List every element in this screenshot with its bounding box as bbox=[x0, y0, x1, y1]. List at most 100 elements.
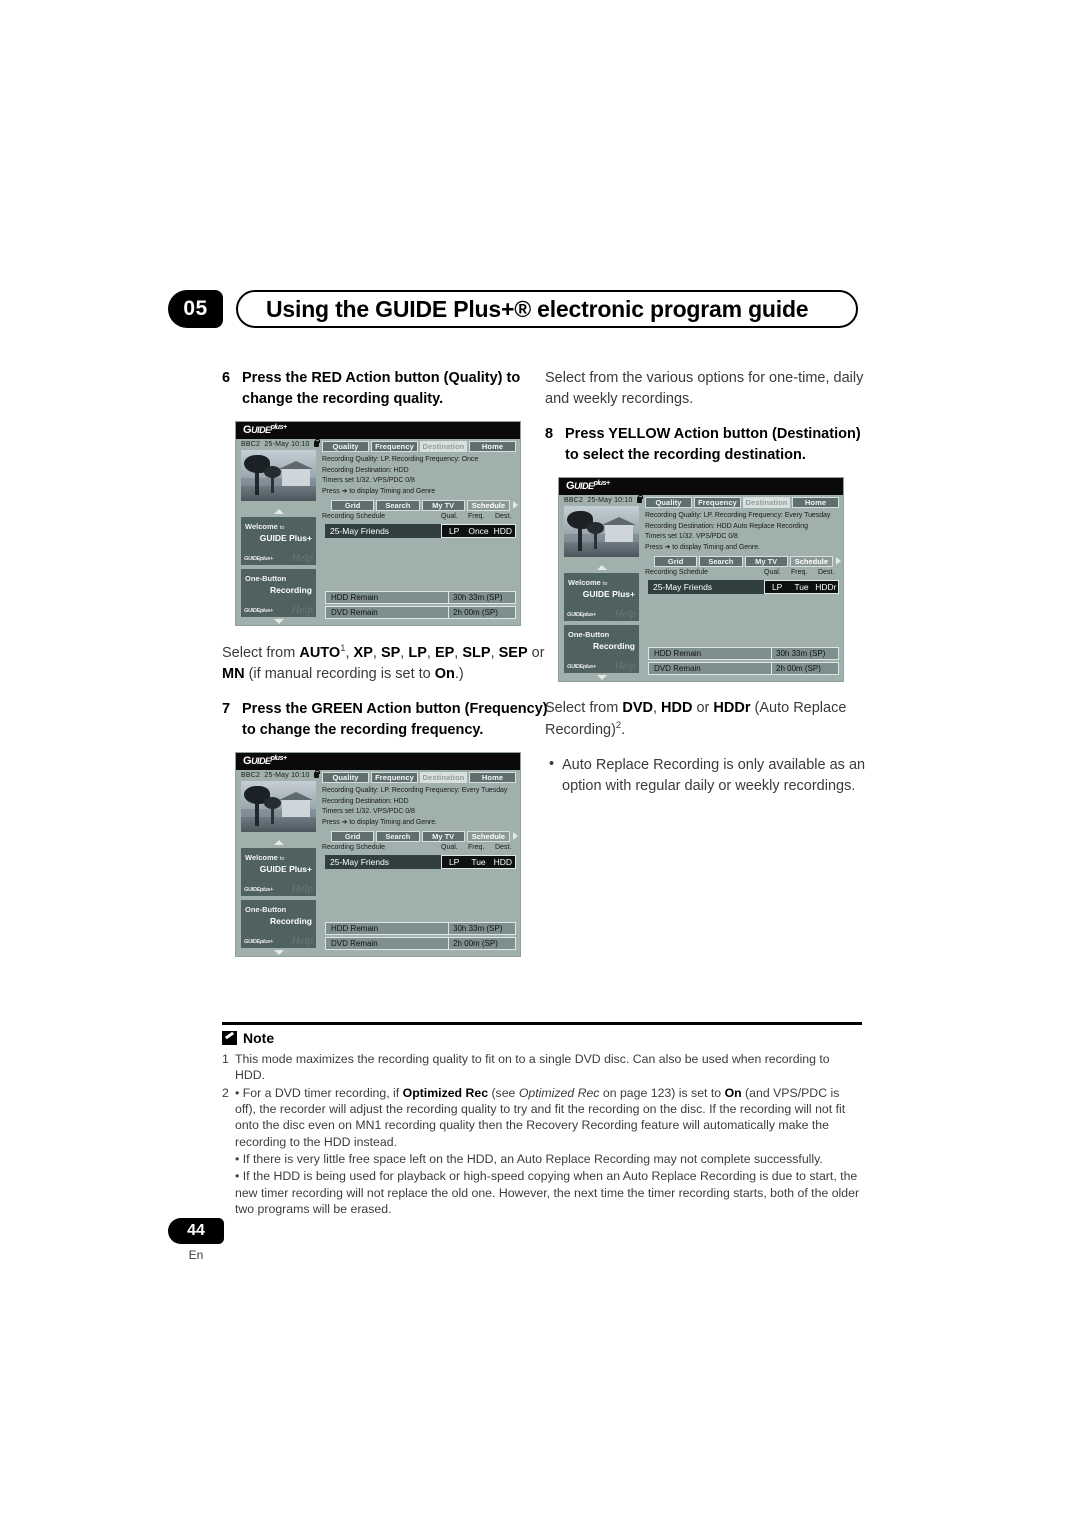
dvd-remain-value: 2h 00m (SP) bbox=[449, 606, 516, 620]
schedule-row-title: 25-May Friends bbox=[648, 580, 764, 595]
note-item-1-number: 1 bbox=[222, 1052, 229, 1066]
schedule-header-label: Recording Schedule bbox=[645, 569, 709, 577]
channel-name: BBC2 bbox=[564, 497, 584, 505]
step-7-number: 7 bbox=[222, 701, 231, 718]
tab-quality[interactable]: Quality bbox=[322, 772, 369, 784]
tab-frequency[interactable]: Frequency bbox=[371, 772, 418, 784]
subtab-next-arrow-icon[interactable] bbox=[513, 501, 518, 510]
subtab-schedule[interactable]: Schedule bbox=[789, 556, 833, 568]
panel-welcome-to: to bbox=[279, 856, 285, 863]
note-2-optimized-rec-italic: Optimized Rec bbox=[518, 1085, 600, 1100]
option-xp: XP bbox=[353, 644, 373, 661]
page-header: 05 Using the GUIDE Plus+® electronic pro… bbox=[168, 288, 858, 330]
action-tab-row: Quality Frequency Destination Home bbox=[322, 441, 516, 453]
action-tab-row: Quality Frequency Destination Home bbox=[645, 497, 839, 509]
scroll-down-arrow-icon[interactable] bbox=[597, 675, 607, 681]
schedule-col-freq: Freq. bbox=[791, 569, 808, 577]
subtab-my-tv[interactable]: My TV bbox=[421, 831, 465, 843]
sep-2: , bbox=[372, 644, 381, 661]
schedule-row[interactable]: 25-May Friends LP Tue HDDr bbox=[648, 580, 839, 595]
panel-welcome-word: Welcome bbox=[245, 522, 278, 532]
channel-info: BBC2 25-May 10:10 bbox=[241, 439, 320, 448]
video-ground bbox=[241, 816, 316, 833]
guide-plus-logo-icon: GUIDEplus+ bbox=[243, 424, 287, 437]
schedule-header-row: Recording Schedule Qual. Freq. Dest. bbox=[322, 513, 516, 523]
scroll-down-arrow-icon[interactable] bbox=[274, 950, 284, 956]
option-hdd: HDD bbox=[661, 700, 693, 717]
info-line-destination: Recording Destination: HDD Auto Replace … bbox=[645, 522, 808, 530]
screenshot-quality: GUIDEplus+ BBC2 25-May 10:10 Welcome to … bbox=[235, 421, 521, 627]
page-number: 44 bbox=[168, 1218, 224, 1244]
info-line-press-hint: Press ➜ to display Timing and Genre. bbox=[645, 543, 760, 551]
remaining-space-block: HDD Remain 30h 33m (SP) DVD Remain 2h 00… bbox=[325, 920, 516, 951]
panel-one-button-recording[interactable]: One-Button Recording Help GUIDEplus+ bbox=[241, 900, 316, 949]
tab-home[interactable]: Home bbox=[469, 441, 516, 453]
tab-quality[interactable]: Quality bbox=[645, 497, 692, 509]
step-8-text: Press YELLOW Action button (Destination)… bbox=[565, 426, 861, 463]
subtab-schedule[interactable]: Schedule bbox=[466, 500, 510, 512]
panel-onebutton-line1: One-Button bbox=[245, 905, 287, 915]
subtab-grid[interactable]: Grid bbox=[331, 500, 375, 512]
panel-one-button-recording[interactable]: One-Button Recording Help GUIDEplus+ bbox=[564, 625, 639, 674]
lock-icon bbox=[636, 495, 643, 504]
recording-info-lines: Recording Quality: LP. Recording Frequen… bbox=[322, 786, 516, 828]
subtab-grid[interactable]: Grid bbox=[331, 831, 375, 843]
tab-home[interactable]: Home bbox=[469, 772, 516, 784]
screenshot-topbar: GUIDEplus+ bbox=[236, 422, 520, 440]
schedule-col-freq: Freq. bbox=[468, 513, 485, 521]
tab-quality[interactable]: Quality bbox=[322, 441, 369, 453]
tab-frequency[interactable]: Frequency bbox=[694, 497, 741, 509]
subtab-next-arrow-icon[interactable] bbox=[513, 832, 518, 841]
dvd-remain-row: DVD Remain 2h 00m (SP) bbox=[325, 606, 516, 620]
video-tree bbox=[567, 511, 593, 552]
option-dvd: DVD bbox=[622, 700, 653, 717]
tab-destination[interactable]: Destination bbox=[420, 441, 467, 453]
scroll-up-arrow-icon[interactable] bbox=[597, 565, 607, 571]
panel-welcome[interactable]: Welcome to GUIDE Plus+ Help GUIDEplus+ bbox=[241, 848, 316, 897]
dvd-remain-row: DVD Remain 2h 00m (SP) bbox=[325, 937, 516, 951]
select-from-prefix: Select from bbox=[222, 644, 300, 661]
subtab-search[interactable]: Search bbox=[376, 500, 420, 512]
sep-4: , bbox=[426, 644, 435, 661]
step-7-text: Press the GREEN Action button (Frequency… bbox=[242, 701, 548, 738]
tab-frequency[interactable]: Frequency bbox=[371, 441, 418, 453]
scroll-up-arrow-icon[interactable] bbox=[274, 840, 284, 846]
sep-7: or bbox=[527, 644, 545, 661]
tab-home[interactable]: Home bbox=[792, 497, 839, 509]
scroll-up-arrow-icon[interactable] bbox=[274, 509, 284, 515]
panel-watermark: Help bbox=[291, 935, 313, 948]
scroll-down-arrow-icon[interactable] bbox=[274, 619, 284, 625]
channel-info: BBC2 25-May 10:10 bbox=[564, 495, 643, 505]
nav-subtab-row: Grid Search My TV Schedule bbox=[331, 831, 510, 843]
tab-destination[interactable]: Destination bbox=[743, 497, 790, 509]
hdd-remain-value: 30h 33m (SP) bbox=[449, 591, 516, 605]
schedule-row[interactable]: 25-May Friends LP Tue HDD bbox=[325, 855, 516, 870]
header-title-pill: Using the GUIDE Plus+® electronic progra… bbox=[236, 290, 858, 328]
subtab-my-tv[interactable]: My TV bbox=[421, 500, 465, 512]
subtab-grid[interactable]: Grid bbox=[654, 556, 698, 568]
schedule-row[interactable]: 25-May Friends LP Once HDD bbox=[325, 524, 516, 539]
sep-1: , bbox=[345, 644, 354, 661]
panel-welcome-line2: GUIDE Plus+ bbox=[582, 589, 635, 600]
subtab-next-arrow-icon[interactable] bbox=[836, 557, 841, 566]
note-2-part-2: (see bbox=[488, 1085, 519, 1100]
destination-bullet-list: Auto Replace Recording is only available… bbox=[545, 754, 875, 797]
remaining-space-block: HDD Remain 30h 33m (SP) DVD Remain 2h 00… bbox=[648, 645, 839, 676]
tab-destination[interactable]: Destination bbox=[420, 772, 467, 784]
panel-welcome[interactable]: Welcome to GUIDE Plus+ Help GUIDEplus+ bbox=[241, 517, 316, 566]
subtab-my-tv[interactable]: My TV bbox=[744, 556, 788, 568]
note-divider bbox=[222, 1022, 862, 1025]
panel-welcome[interactable]: Welcome to GUIDE Plus+ Help GUIDEplus+ bbox=[564, 573, 639, 622]
panel-one-button-recording[interactable]: One-Button Recording Help GUIDEplus+ bbox=[241, 569, 316, 618]
note-item-3-number bbox=[222, 1151, 235, 1167]
panel-watermark: Help bbox=[614, 660, 636, 673]
video-tree bbox=[244, 455, 270, 496]
select-from-prefix: Select from bbox=[545, 700, 623, 717]
subtab-search[interactable]: Search bbox=[376, 831, 420, 843]
dvd-remain-row: DVD Remain 2h 00m (SP) bbox=[648, 662, 839, 676]
subtab-search[interactable]: Search bbox=[699, 556, 743, 568]
note-item-2-text: • For a DVD timer recording, if Optimize… bbox=[235, 1085, 862, 1150]
panel-watermark: Help bbox=[291, 883, 313, 896]
subtab-schedule[interactable]: Schedule bbox=[466, 831, 510, 843]
dvd-remain-label: DVD Remain bbox=[648, 662, 772, 676]
